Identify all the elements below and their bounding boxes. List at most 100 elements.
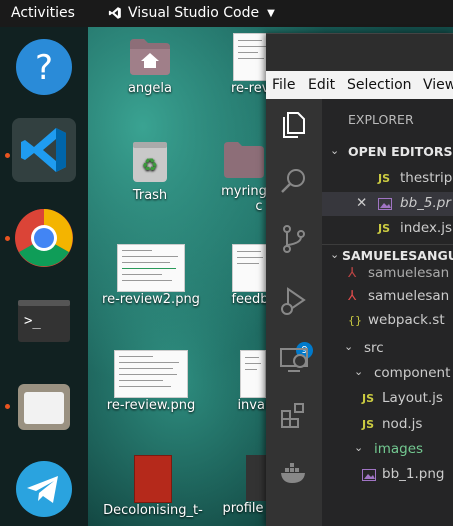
pdf-thumbnail bbox=[134, 455, 172, 503]
remote-explorer-icon[interactable] bbox=[278, 343, 310, 375]
dock-chrome[interactable] bbox=[12, 206, 76, 270]
tree-item-name: Layout.js bbox=[382, 390, 443, 406]
js-file-icon: JS bbox=[362, 418, 375, 431]
chevron-down-icon: ▼ bbox=[267, 7, 275, 19]
open-editor-item[interactable]: JS thestrip bbox=[322, 167, 453, 191]
tree-item-name: src bbox=[364, 340, 384, 356]
tree-folder-images[interactable]: ⌄ images bbox=[322, 438, 453, 462]
docker-icon[interactable] bbox=[278, 457, 310, 489]
source-control-icon[interactable] bbox=[278, 223, 310, 255]
trash-icon: ♻ bbox=[133, 142, 167, 182]
vscode-window: File Edit Selection View 9 EXPLORER ⌄ OP… bbox=[266, 33, 453, 526]
open-editor-item-active[interactable]: ✕ bb_5.pr bbox=[322, 192, 453, 216]
desktop-icon-decolonising[interactable]: Decolonising_t- bbox=[98, 455, 208, 518]
menu-edit[interactable]: Edit bbox=[308, 77, 335, 93]
image-thumbnail bbox=[246, 455, 266, 501]
dock-terminal[interactable]: >_ bbox=[12, 289, 76, 353]
json-file-icon: {} bbox=[348, 314, 362, 327]
image-thumbnail bbox=[117, 244, 185, 292]
desktop-icon-profile[interactable]: profile bbox=[218, 455, 268, 516]
menu-view[interactable]: View bbox=[423, 77, 453, 93]
tree-item-name: component bbox=[374, 365, 451, 381]
tree-item-name: samuelesan bbox=[368, 288, 450, 304]
menu-selection[interactable]: Selection bbox=[347, 77, 412, 93]
tree-item-name: images bbox=[374, 441, 424, 457]
dock-help[interactable]: ? bbox=[12, 35, 76, 99]
vscode-icon bbox=[21, 128, 66, 172]
open-editor-item[interactable]: JS index.js bbox=[322, 217, 453, 241]
desktop-icon-re-review[interactable]: re-review.png bbox=[100, 350, 202, 413]
desktop-icon-label: angela bbox=[127, 81, 173, 96]
desktop-icon-trash[interactable]: ♻ Trash bbox=[120, 140, 180, 203]
chevron-down-icon: ⌄ bbox=[330, 248, 340, 261]
image-file-icon bbox=[362, 469, 376, 481]
open-editors-section[interactable]: ⌄ OPEN EDITORS bbox=[322, 141, 453, 165]
tree-item[interactable]: ⅄ samuelesan bbox=[322, 262, 453, 286]
desktop-icon-myring[interactable]: myring c bbox=[216, 140, 272, 214]
folder-icon bbox=[224, 142, 264, 178]
app-menu[interactable]: Visual Studio Code ▼ bbox=[108, 5, 275, 21]
tree-folder-components[interactable]: ⌄ component bbox=[322, 362, 453, 386]
js-file-icon: JS bbox=[378, 222, 391, 235]
dock-vscode[interactable] bbox=[12, 118, 76, 182]
activities-button[interactable]: Activities bbox=[11, 5, 75, 21]
menu-bar: File Edit Selection View bbox=[266, 71, 453, 99]
files-icon bbox=[18, 384, 70, 430]
chevron-down-icon: ⌄ bbox=[354, 365, 364, 378]
chevron-down-icon: ⌄ bbox=[354, 441, 364, 454]
help-icon: ? bbox=[16, 39, 72, 95]
dock-files[interactable] bbox=[12, 374, 76, 438]
chevron-down-icon: ⌄ bbox=[344, 340, 354, 353]
app-name: Visual Studio Code bbox=[128, 5, 260, 21]
open-editors-title: OPEN EDITORS bbox=[348, 144, 453, 159]
tree-item[interactable]: JS nod.js bbox=[322, 413, 453, 437]
open-editor-name: bb_5.pr bbox=[400, 195, 451, 211]
tree-item-name: samuelesan bbox=[368, 265, 450, 281]
home-folder-icon bbox=[130, 39, 170, 75]
desktop-icon-re-review2[interactable]: re-review2.png bbox=[100, 244, 202, 307]
workspace-title: SAMUELESANGU bbox=[342, 248, 453, 263]
tree-item-name: webpack.st bbox=[368, 312, 445, 328]
desktop-icon-label: re-review2.png bbox=[102, 292, 200, 307]
terminal-icon: >_ bbox=[18, 300, 70, 342]
chrome-icon bbox=[15, 209, 73, 267]
image-file-icon bbox=[378, 198, 392, 210]
tree-item[interactable]: {} webpack.st bbox=[322, 309, 453, 333]
extensions-icon[interactable] bbox=[278, 399, 310, 431]
explorer-title: EXPLORER bbox=[348, 112, 414, 127]
tree-item[interactable]: JS Layout.js bbox=[322, 387, 453, 411]
tree-item-name: nod.js bbox=[382, 416, 423, 432]
tree-item[interactable]: ⅄ samuelesan bbox=[322, 285, 453, 309]
close-icon[interactable]: ✕ bbox=[356, 195, 367, 211]
svg-text:♻: ♻ bbox=[142, 155, 158, 176]
svg-text:>_: >_ bbox=[24, 313, 41, 329]
svg-text:?: ? bbox=[35, 48, 53, 88]
search-icon[interactable] bbox=[278, 165, 310, 197]
tree-item[interactable]: bb_1.png bbox=[322, 463, 453, 487]
open-editor-name: index.js bbox=[400, 220, 453, 236]
pdf-file-icon: ⅄ bbox=[348, 288, 357, 304]
tree-item-name: bb_1.png bbox=[382, 466, 445, 482]
js-file-icon: JS bbox=[362, 392, 375, 405]
dock: ? >_ bbox=[0, 27, 88, 526]
chevron-down-icon: ⌄ bbox=[330, 144, 340, 157]
desktop-icon-label: Decolonising_t- bbox=[103, 503, 203, 518]
image-thumbnail bbox=[114, 350, 188, 398]
desktop-icon-label: profile bbox=[222, 501, 264, 516]
image-thumbnail bbox=[232, 244, 268, 292]
vscode-titlebar[interactable] bbox=[266, 33, 453, 72]
run-debug-icon[interactable] bbox=[278, 285, 310, 317]
explorer-sidebar: EXPLORER ⌄ OPEN EDITORS JS thestrip ✕ bb… bbox=[322, 99, 453, 526]
explorer-header: EXPLORER bbox=[322, 109, 453, 133]
js-file-icon: JS bbox=[378, 172, 391, 185]
desktop-icon-label: re-review.png bbox=[106, 398, 196, 413]
desktop-icon-label: myring bbox=[221, 184, 267, 199]
tree-folder-src[interactable]: ⌄ src bbox=[322, 337, 453, 361]
dock-telegram[interactable] bbox=[12, 457, 76, 521]
image-thumbnail bbox=[240, 350, 266, 398]
activity-bar: 9 bbox=[266, 99, 322, 526]
top-bar: Activities Visual Studio Code ▼ bbox=[0, 0, 453, 27]
desktop-icon-angela[interactable]: angela bbox=[120, 37, 180, 96]
menu-file[interactable]: File bbox=[272, 77, 295, 93]
explorer-icon[interactable] bbox=[278, 109, 310, 141]
